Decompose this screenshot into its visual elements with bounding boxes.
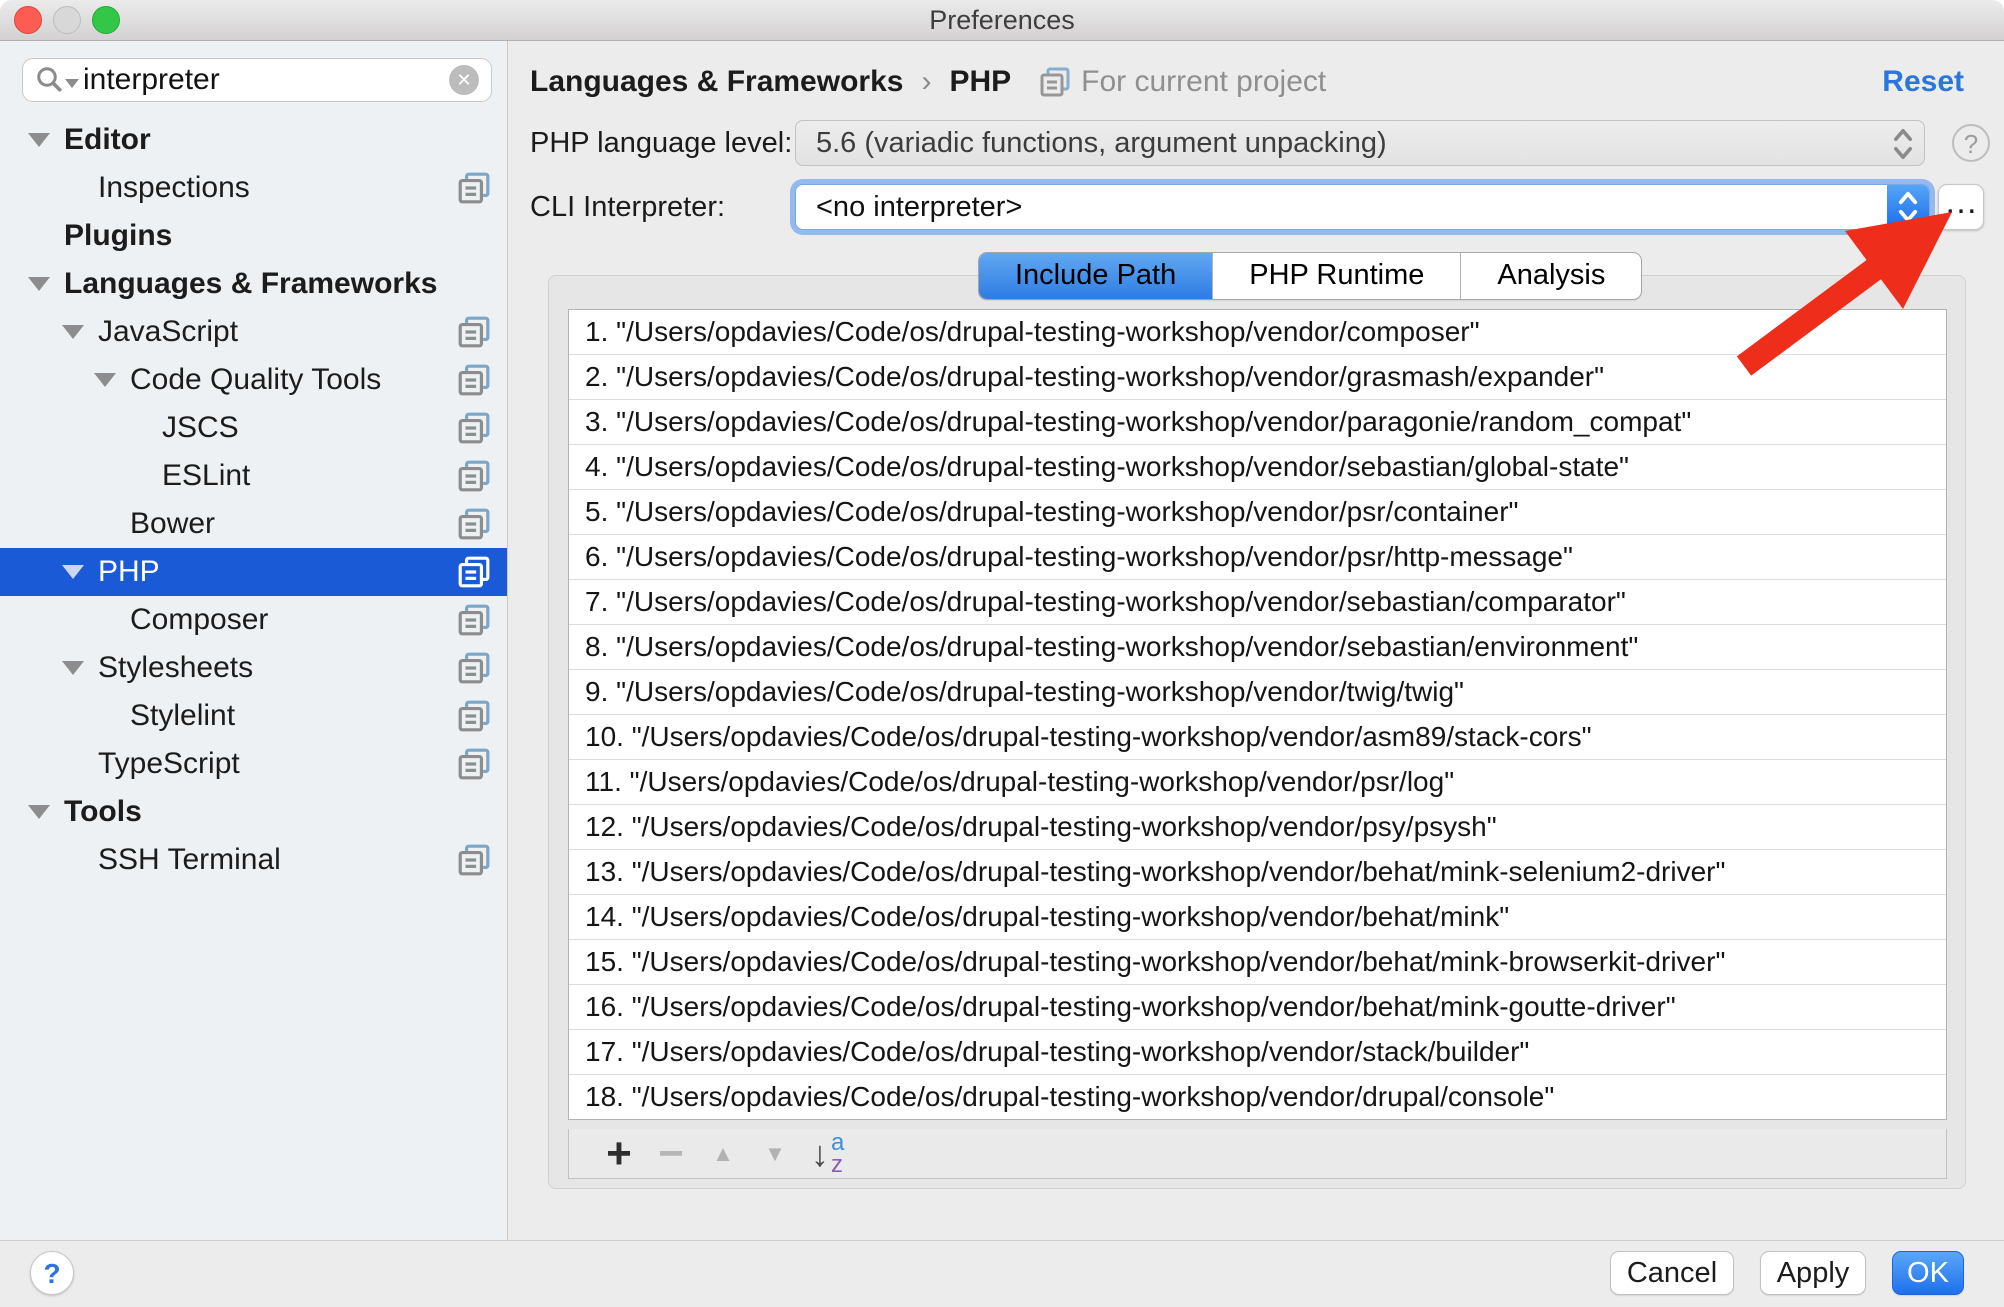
project-copy-icon <box>457 411 491 445</box>
expand-arrow-icon[interactable] <box>62 565 84 579</box>
project-copy-icon <box>1039 66 1071 98</box>
include-path-row[interactable]: 4. "/Users/opdavies/Code/os/drupal-testi… <box>569 445 1946 490</box>
project-copy-icon <box>457 747 491 781</box>
expand-arrow-icon[interactable] <box>28 805 50 819</box>
sidebar-item-jscs[interactable]: JSCS <box>0 404 507 452</box>
search-clear-button[interactable]: ✕ <box>449 65 479 95</box>
minimize-window-button[interactable] <box>53 6 81 34</box>
language-level-label: PHP language level: <box>530 120 792 166</box>
include-path-row[interactable]: 6. "/Users/opdavies/Code/os/drupal-testi… <box>569 535 1946 580</box>
breadcrumb-php[interactable]: PHP <box>949 65 1011 99</box>
window-title: Preferences <box>0 0 2004 40</box>
add-path-button[interactable]: + <box>593 1132 645 1176</box>
include-path-panel: 1. "/Users/opdavies/Code/os/drupal-testi… <box>548 275 1966 1189</box>
sidebar-item-plugins[interactable]: Plugins <box>0 212 507 260</box>
breadcrumb-languages-frameworks[interactable]: Languages & Frameworks <box>530 65 903 99</box>
sidebar-item-editor[interactable]: Editor <box>0 116 507 164</box>
stepper-arrows-icon[interactable] <box>1890 126 1916 162</box>
sort-arrow-icon: ↓ <box>811 1133 829 1175</box>
sidebar-item-javascript[interactable]: JavaScript <box>0 308 507 356</box>
project-copy-icon <box>457 171 491 205</box>
language-level-select[interactable]: 5.6 (variadic functions, argument unpack… <box>795 120 1925 166</box>
search-input-value[interactable]: interpreter <box>83 63 449 97</box>
include-path-row[interactable]: 9. "/Users/opdavies/Code/os/drupal-testi… <box>569 670 1946 715</box>
sidebar-item-bower[interactable]: Bower <box>0 500 507 548</box>
settings-search-field[interactable]: interpreter ✕ <box>22 58 492 102</box>
search-options-caret-icon[interactable] <box>65 79 79 88</box>
include-path-row[interactable]: 12. "/Users/opdavies/Code/os/drupal-test… <box>569 805 1946 850</box>
stepper-arrows-icon[interactable] <box>1887 185 1929 229</box>
include-path-row[interactable]: 13. "/Users/opdavies/Code/os/drupal-test… <box>569 850 1946 895</box>
breadcrumb-separator-icon: › <box>921 65 931 99</box>
preferences-window: Preferences interpreter ✕ Editor Inspect… <box>0 0 2004 1307</box>
include-path-row[interactable]: 3. "/Users/opdavies/Code/os/drupal-testi… <box>569 400 1946 445</box>
reset-link[interactable]: Reset <box>1882 62 1964 102</box>
search-icon <box>35 65 65 95</box>
include-path-list: 1. "/Users/opdavies/Code/os/drupal-testi… <box>568 309 1947 1120</box>
sidebar-item-stylelint[interactable]: Stylelint <box>0 692 507 740</box>
sidebar-item-php[interactable]: PHP <box>0 548 507 596</box>
sort-alphabetically-button[interactable]: ↓ az <box>811 1132 844 1176</box>
sidebar-item-languages-frameworks[interactable]: Languages & Frameworks <box>0 260 507 308</box>
breadcrumb: Languages & Frameworks › PHP For current… <box>530 62 1326 102</box>
include-path-row[interactable]: 8. "/Users/opdavies/Code/os/drupal-testi… <box>569 625 1946 670</box>
project-copy-icon <box>457 507 491 541</box>
include-path-toolbar: + − ▲ ▼ ↓ az <box>568 1129 1947 1179</box>
expand-arrow-icon[interactable] <box>28 133 50 147</box>
close-window-button[interactable] <box>14 6 42 34</box>
project-copy-icon <box>457 555 491 589</box>
include-path-row[interactable]: 10. "/Users/opdavies/Code/os/drupal-test… <box>569 715 1946 760</box>
include-path-row[interactable]: 17. "/Users/opdavies/Code/os/drupal-test… <box>569 1030 1946 1075</box>
include-path-row[interactable]: 5. "/Users/opdavies/Code/os/drupal-testi… <box>569 490 1946 535</box>
project-copy-icon <box>457 363 491 397</box>
sidebar-item-code-quality-tools[interactable]: Code Quality Tools <box>0 356 507 404</box>
project-copy-icon <box>457 459 491 493</box>
help-button[interactable]: ? <box>30 1251 74 1295</box>
dialog-footer: ? Cancel Apply OK <box>0 1240 2004 1307</box>
sidebar-item-stylesheets[interactable]: Stylesheets <box>0 644 507 692</box>
ok-button[interactable]: OK <box>1892 1251 1964 1295</box>
browse-interpreters-button[interactable]: … <box>1938 184 1984 230</box>
include-path-row[interactable]: 15. "/Users/opdavies/Code/os/drupal-test… <box>569 940 1946 985</box>
include-path-row[interactable]: 16. "/Users/opdavies/Code/os/drupal-test… <box>569 985 1946 1030</box>
project-copy-icon <box>457 699 491 733</box>
tab-analysis[interactable]: Analysis <box>1460 253 1641 299</box>
apply-button[interactable]: Apply <box>1760 1251 1866 1295</box>
move-down-button[interactable]: ▼ <box>749 1141 801 1167</box>
expand-arrow-icon[interactable] <box>28 277 50 291</box>
tab-include-path[interactable]: Include Path <box>979 253 1212 299</box>
project-copy-icon <box>457 843 491 877</box>
expand-arrow-icon[interactable] <box>94 373 116 387</box>
settings-sidebar: interpreter ✕ Editor Inspections Plugins… <box>0 41 508 1240</box>
include-path-row[interactable]: 14. "/Users/opdavies/Code/os/drupal-test… <box>569 895 1946 940</box>
cancel-button[interactable]: Cancel <box>1610 1251 1734 1295</box>
zoom-window-button[interactable] <box>92 6 120 34</box>
include-path-row[interactable]: 18. "/Users/opdavies/Code/os/drupal-test… <box>569 1075 1946 1119</box>
include-path-row[interactable]: 11. "/Users/opdavies/Code/os/drupal-test… <box>569 760 1946 805</box>
project-copy-icon <box>457 603 491 637</box>
sidebar-item-typescript[interactable]: TypeScript <box>0 740 507 788</box>
project-copy-icon <box>457 651 491 685</box>
titlebar: Preferences <box>0 0 2004 41</box>
cli-interpreter-select[interactable]: <no interpreter> <box>795 184 1930 230</box>
include-path-row[interactable]: 7. "/Users/opdavies/Code/os/drupal-testi… <box>569 580 1946 625</box>
sidebar-item-composer[interactable]: Composer <box>0 596 507 644</box>
include-path-row[interactable]: 1. "/Users/opdavies/Code/os/drupal-testi… <box>569 310 1946 355</box>
move-up-button[interactable]: ▲ <box>697 1141 749 1167</box>
sidebar-item-tools[interactable]: Tools <box>0 788 507 836</box>
remove-path-button[interactable]: − <box>645 1132 697 1176</box>
sidebar-item-ssh-terminal[interactable]: SSH Terminal <box>0 836 507 884</box>
expand-arrow-icon[interactable] <box>62 661 84 675</box>
language-level-help-button[interactable]: ? <box>1952 124 1990 162</box>
include-path-row[interactable]: 2. "/Users/opdavies/Code/os/drupal-testi… <box>569 355 1946 400</box>
scope-label: For current project <box>1081 65 1326 99</box>
settings-tree: Editor Inspections Plugins Languages & F… <box>0 116 507 884</box>
expand-arrow-icon[interactable] <box>62 325 84 339</box>
php-settings-tabs: Include Path PHP Runtime Analysis <box>978 252 1642 300</box>
tab-php-runtime[interactable]: PHP Runtime <box>1212 253 1460 299</box>
sidebar-item-eslint[interactable]: ESLint <box>0 452 507 500</box>
project-copy-icon <box>457 315 491 349</box>
cli-interpreter-label: CLI Interpreter: <box>530 184 725 230</box>
sidebar-item-inspections[interactable]: Inspections <box>0 164 507 212</box>
